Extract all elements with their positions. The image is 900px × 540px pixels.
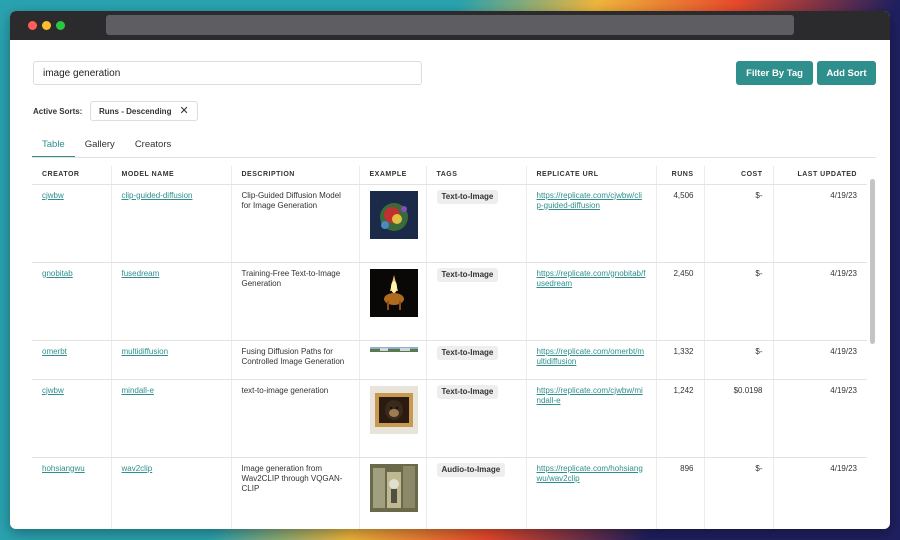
example-image[interactable] xyxy=(369,346,418,352)
browser-window: Filter By Tag Add Sort Active Sorts: Run… xyxy=(10,11,890,529)
description-cell: Image generation from Wav2CLIP through V… xyxy=(231,457,360,529)
example-cell xyxy=(359,184,427,263)
example-image[interactable] xyxy=(369,385,418,434)
last-updated-cell: 4/19/23 xyxy=(773,457,867,529)
cost-cell: $- xyxy=(704,457,774,529)
creator-link[interactable]: gnobitab xyxy=(42,269,73,278)
address-bar[interactable] xyxy=(106,15,794,35)
example-cell xyxy=(359,262,427,341)
description-cell: Training-Free Text-to-Image Generation xyxy=(231,262,360,341)
example-cell xyxy=(359,379,427,458)
runs-cell: 2,450 xyxy=(656,262,705,341)
column-header-tags[interactable]: TAGS xyxy=(426,166,527,185)
model-name-link[interactable]: clip-guided-diffusion xyxy=(122,191,193,200)
add-sort-button[interactable]: Add Sort xyxy=(817,61,876,85)
runs-cell: 896 xyxy=(656,457,705,529)
description-cell: Clip-Guided Diffusion Model for Image Ge… xyxy=(231,184,360,263)
cost-cell: $- xyxy=(704,340,774,380)
model-name-link[interactable]: mindall-e xyxy=(122,386,154,395)
models-table-container: CREATOR MODEL NAME DESCRIPTION EXAMPLE T… xyxy=(32,166,867,529)
replicate-url-link[interactable]: https://replicate.com/omerbt/multidiffus… xyxy=(537,347,645,366)
tab-creators[interactable]: Creators xyxy=(125,139,181,157)
creator-link[interactable]: hohsiangwu xyxy=(42,464,85,473)
models-table: CREATOR MODEL NAME DESCRIPTION EXAMPLE T… xyxy=(32,166,867,529)
tag-badge[interactable]: Text-to-Image xyxy=(436,267,499,282)
column-header-replicate-url[interactable]: REPLICATE URL xyxy=(526,166,657,185)
runs-cell: 1,242 xyxy=(656,379,705,458)
column-header-creator[interactable]: CREATOR xyxy=(32,166,112,185)
model-name-link[interactable]: multidiffusion xyxy=(122,347,169,356)
example-image[interactable] xyxy=(369,463,418,512)
replicate-url-link[interactable]: https://replicate.com/cjwbw/clip-guided-… xyxy=(537,191,642,210)
column-header-cost[interactable]: COST xyxy=(704,166,774,185)
active-sorts-label: Active Sorts: xyxy=(33,107,83,116)
table-row: omerbt multidiffusion Fusing Diffusion P… xyxy=(32,340,867,380)
example-cell xyxy=(359,457,427,529)
column-header-last-updated[interactable]: LAST UPDATED xyxy=(773,166,867,185)
table-row: cjwbw mindall-e text-to-image generation xyxy=(32,379,867,458)
view-tabs: Table Gallery Creators xyxy=(32,139,181,158)
cost-cell: $0.0198 xyxy=(704,379,774,458)
cost-cell: $- xyxy=(704,184,774,263)
tag-badge[interactable]: Text-to-Image xyxy=(436,189,499,204)
table-scrollbar[interactable] xyxy=(870,179,875,344)
tag-badge[interactable]: Text-to-Image xyxy=(436,345,499,360)
tabs-divider xyxy=(32,157,876,158)
last-updated-cell: 4/19/23 xyxy=(773,262,867,341)
model-name-link[interactable]: wav2clip xyxy=(122,464,153,473)
tag-badge[interactable]: Audio-to-Image xyxy=(436,462,506,477)
minimize-window-icon[interactable] xyxy=(42,21,51,30)
table-header-row: CREATOR MODEL NAME DESCRIPTION EXAMPLE T… xyxy=(32,166,867,185)
last-updated-cell: 4/19/23 xyxy=(773,184,867,263)
sort-chip-label: Runs - Descending xyxy=(99,106,172,116)
runs-cell: 1,332 xyxy=(656,340,705,380)
column-header-example[interactable]: EXAMPLE xyxy=(359,166,427,185)
table-row: cjwbw clip-guided-diffusion Clip-Guided … xyxy=(32,184,867,263)
runs-cell: 4,506 xyxy=(656,184,705,263)
table-row: gnobitab fusedream Training-Free Text-to… xyxy=(32,262,867,341)
replicate-url-link[interactable]: https://replicate.com/hohsiangwu/wav2cli… xyxy=(537,464,643,483)
table-row: hohsiangwu wav2clip Image generation fro… xyxy=(32,457,867,529)
column-header-description[interactable]: DESCRIPTION xyxy=(231,166,360,185)
last-updated-cell: 4/19/23 xyxy=(773,340,867,380)
creator-link[interactable]: omerbt xyxy=(42,347,67,356)
column-header-runs[interactable]: RUNS xyxy=(656,166,705,185)
window-titlebar xyxy=(10,11,890,40)
tab-table[interactable]: Table xyxy=(32,139,75,158)
last-updated-cell: 4/19/23 xyxy=(773,379,867,458)
description-cell: text-to-image generation xyxy=(231,379,360,458)
remove-sort-icon[interactable]: ✕ xyxy=(179,105,188,117)
cost-cell: $- xyxy=(704,262,774,341)
example-cell xyxy=(359,340,427,380)
replicate-url-link[interactable]: https://replicate.com/cjwbw/mindall-e xyxy=(537,386,643,405)
tag-badge[interactable]: Text-to-Image xyxy=(436,384,499,399)
example-image[interactable] xyxy=(369,190,418,239)
creator-link[interactable]: cjwbw xyxy=(42,386,64,395)
maximize-window-icon[interactable] xyxy=(56,21,65,30)
model-name-link[interactable]: fusedream xyxy=(122,269,160,278)
search-input[interactable] xyxy=(33,61,422,85)
sort-chip: Runs - Descending ✕ xyxy=(90,101,198,121)
page-content: Filter By Tag Add Sort Active Sorts: Run… xyxy=(10,40,890,529)
replicate-url-link[interactable]: https://replicate.com/gnobitab/fusedream xyxy=(537,269,646,288)
creator-link[interactable]: cjwbw xyxy=(42,191,64,200)
close-window-icon[interactable] xyxy=(28,21,37,30)
description-cell: Fusing Diffusion Paths for Controlled Im… xyxy=(231,340,360,380)
filter-by-tag-button[interactable]: Filter By Tag xyxy=(736,61,813,85)
example-image[interactable] xyxy=(369,268,418,317)
column-header-model-name[interactable]: MODEL NAME xyxy=(111,166,232,185)
tab-gallery[interactable]: Gallery xyxy=(75,139,125,157)
